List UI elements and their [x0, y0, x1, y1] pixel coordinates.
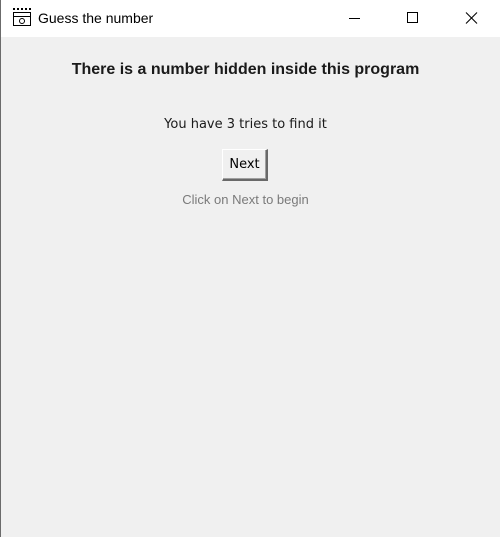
minimize-icon — [349, 18, 360, 19]
next-button[interactable]: Next — [222, 149, 268, 181]
window-title: Guess the number — [38, 10, 154, 26]
tries-label: You have 3 tries to find it — [164, 117, 327, 132]
headline-label: There is a number hidden inside this pro… — [71, 61, 420, 78]
maximize-icon — [407, 12, 418, 23]
title-bar[interactable]: Guess the number — [1, 0, 500, 37]
close-icon — [465, 12, 478, 24]
maximize-button[interactable] — [383, 0, 441, 37]
tkinter-feather-icon — [12, 8, 32, 28]
minimize-button[interactable] — [325, 0, 383, 37]
app-window: Guess the number There is a number hidde… — [0, 0, 500, 537]
close-button[interactable] — [442, 0, 500, 37]
hint-label: Click on Next to begin — [182, 192, 309, 207]
